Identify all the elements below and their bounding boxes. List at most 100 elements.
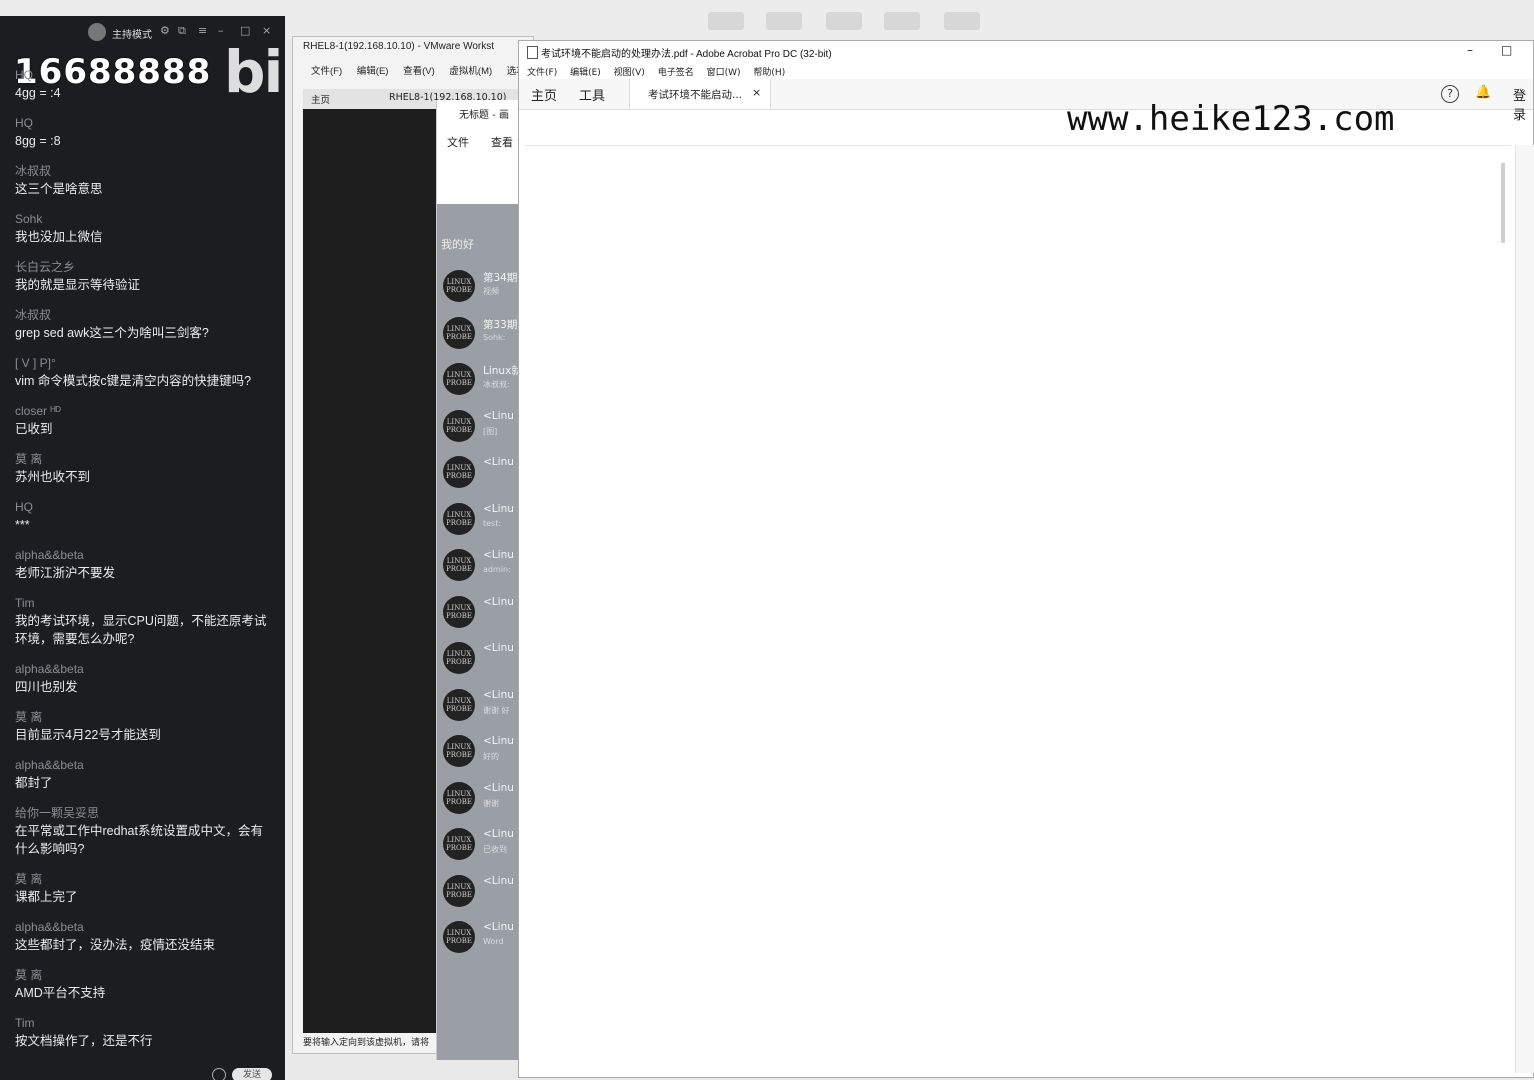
chat-message: 莫 离课都上完了 [0,870,285,918]
chat-message: closer ᴴᴰ 已收到 [0,402,285,450]
contact-group-label[interactable]: 我的好 [441,236,474,252]
chat-text: 我的就是显示等待验证 [15,278,141,292]
document-tab[interactable]: 考试环境不能启动... × [629,79,771,109]
chat-username[interactable]: alpha&&beta [15,756,270,774]
tab-home[interactable]: 主页 [311,92,330,106]
chat-username[interactable]: HQ [15,66,270,84]
maximize-icon[interactable]: □ [1501,43,1512,57]
chat-username[interactable]: 莫 离 [15,708,270,726]
popout-icon[interactable]: ⧉ [178,24,186,38]
chat-username[interactable]: alpha&&beta [15,660,270,678]
chat-username[interactable]: Tim [15,594,270,612]
vmware-menu-edit[interactable]: 编辑(E) [357,66,389,77]
contact-preview: Word [483,937,504,946]
contact-preview: 谢谢 好 [483,705,510,715]
desktop-shortcut-icon[interactable] [708,12,744,30]
bell-icon[interactable]: 🔔 [1475,85,1491,100]
chat-username[interactable]: 冰叔叔 [15,306,270,324]
vmware-menu-vm[interactable]: 虚拟机(M) [449,66,492,77]
acrobat-menu-esign[interactable]: 电子签名 [658,68,694,78]
chat-message: 长白云之乡我的就是显示等待验证 [0,258,285,306]
contact-preview: admin: [483,565,511,574]
minimize-icon[interactable]: – [218,24,224,37]
chat-username[interactable]: 莫 离 [15,450,270,468]
chat-username[interactable]: HQ [15,114,270,132]
watermark-text: www.heike123.com [1067,99,1395,139]
chat-username[interactable]: 长白云之乡 [15,258,270,276]
acrobat-menu-file[interactable]: 文件(F) [527,68,557,78]
chat-username[interactable]: closer ᴴᴰ [15,402,270,420]
contact-list-item[interactable]: LINUX PROBE <Linu Word [437,917,521,963]
desktop-shortcut-icon[interactable] [944,12,980,30]
emoji-icon[interactable] [212,1068,226,1080]
vertical-scrollbar[interactable] [1501,163,1505,243]
contact-name: 第34期 [483,272,518,284]
chat-username[interactable]: 给你一颗吴妥思 [15,804,270,822]
chat-username[interactable]: Sohk [15,210,270,228]
contact-list-item[interactable]: LINUX PROBE <Linu [437,592,521,638]
menu-icon[interactable]: ≡ [198,24,207,37]
vm-console-screen[interactable] [303,109,437,1033]
tab-home[interactable]: 主页 [531,85,557,104]
contact-list-item[interactable]: LINUX PROBE <Linu admin: [437,545,521,591]
contact-name: <Linu [483,874,514,887]
acrobat-menu-edit[interactable]: 编辑(E) [570,68,601,78]
contact-preview: 冰叔叔: [483,380,510,389]
chat-username[interactable]: alpha&&beta [15,918,270,936]
desktop-shortcut-icon[interactable] [766,12,802,30]
send-button[interactable]: 发送 [232,1068,272,1080]
paint-menu-file[interactable]: 文件 [447,134,469,150]
help-icon[interactable]: ? [1441,85,1459,103]
contact-list-item[interactable]: LINUX PROBE <Linu [437,638,521,684]
chat-text: 按文档操作了，还是不行 [15,1034,153,1048]
chat-message: 莫 离苏州也收不到 [0,450,285,498]
contact-list-item[interactable]: LINUX PROBE 第34期 视频 [437,266,521,312]
contact-list-item[interactable]: LINUX PROBE <Linu [437,871,521,917]
acrobat-menu-window[interactable]: 窗口(W) [707,68,741,78]
chat-username[interactable]: 莫 离 [15,966,270,984]
close-tab-icon[interactable]: × [752,86,761,99]
tab-tools[interactable]: 工具 [579,85,605,104]
chat-username[interactable]: HQ [15,498,270,516]
host-mode-label[interactable]: 主持模式 [112,26,152,41]
chat-text: 4gg = :4 [15,86,61,100]
contact-list-item[interactable]: LINUX PROBE Linux就 冰叔叔: [437,359,521,405]
vmware-menu-view[interactable]: 查看(V) [403,66,435,77]
acrobat-window: 考试环境不能启动的处理办法.pdf - Adobe Acrobat Pro DC… [518,40,1534,1078]
contact-name: <Linu [483,456,514,468]
paint-menu-view[interactable]: 查看 [491,134,513,150]
contact-list-item[interactable]: LINUX PROBE <Linu 谢谢 好 [437,685,521,731]
chat-username[interactable]: [ V ] P]° [15,354,270,372]
desktop-shortcut-icon[interactable] [826,12,862,30]
chat-message: HQ 8gg = :8 [0,114,285,162]
host-avatar [88,23,106,41]
contact-list-item[interactable]: LINUX PROBE <Linu [437,452,521,498]
acrobat-menu-help[interactable]: 帮助(H) [753,68,785,78]
chat-text: 我也没加上微信 [15,230,103,244]
login-button[interactable]: 登录 [1513,85,1533,123]
desktop-shortcut-icon[interactable] [884,12,920,30]
settings-icon[interactable]: ⚙ [160,24,170,37]
maximize-icon[interactable]: □ [240,24,250,37]
contact-name: <Linu [483,921,514,933]
contact-list-item[interactable]: LINUX PROBE <Linu 好的 [437,731,521,777]
chat-username[interactable]: alpha&&beta [15,546,270,564]
contact-list-item[interactable]: LINUX PROBE <Linu 谢谢 [437,778,521,824]
contact-list-item[interactable]: LINUX PROBE <Linu test: [437,499,521,545]
close-icon[interactable]: × [262,24,271,37]
contact-preview: Sohk: [483,332,506,342]
chat-username[interactable]: 莫 离 [15,870,270,888]
contact-list-item[interactable]: LINUX PROBE <Linu [图] [437,406,521,452]
acrobat-menu-view[interactable]: 视图(V) [614,68,645,78]
contact-preview: 好的 [483,752,499,761]
chat-username[interactable]: 冰叔叔 [15,162,270,180]
pdf-page-area[interactable] [525,145,1511,1074]
contact-list-item[interactable]: LINUX PROBE <Linu 已收到 [437,824,521,870]
minimize-icon[interactable]: – [1467,43,1473,57]
contact-name: <Linu [483,735,514,747]
contact-list-item[interactable]: LINUX PROBE 第33期 Sohk: [437,313,521,359]
chat-username[interactable]: Tim [15,1014,270,1032]
linux-probe-avatar: LINUX PROBE [443,502,475,535]
contact-preview: test: [483,518,502,528]
vmware-menu-file[interactable]: 文件(F) [311,66,342,77]
